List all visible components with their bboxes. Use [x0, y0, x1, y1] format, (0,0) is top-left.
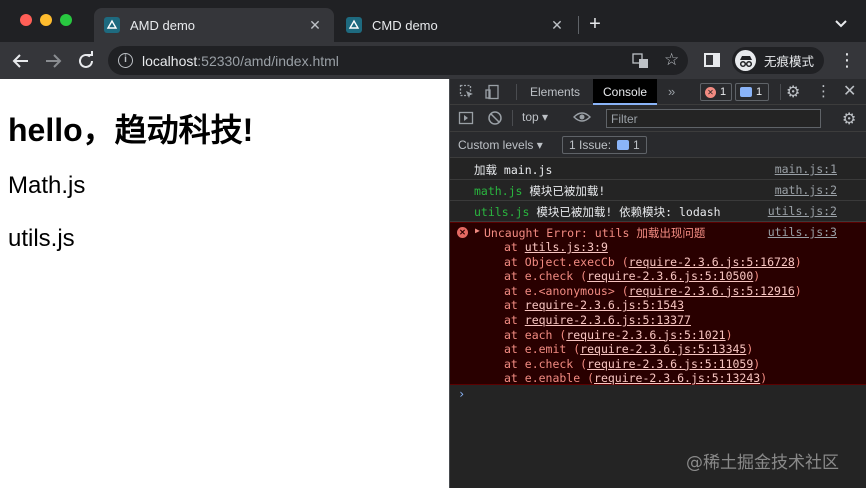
clear-console-icon[interactable] [487, 110, 503, 126]
stack-frame-link[interactable]: require-2.3.6.js:5:13345 [580, 342, 746, 356]
devtools-menu-icon[interactable]: ⋮ [816, 82, 831, 100]
stack-frame: at Object.execCb (require-2.3.6.js:5:167… [504, 254, 802, 269]
device-toolbar-icon[interactable] [485, 84, 501, 100]
issue-message-icon [617, 140, 630, 150]
page-heading: hello，趋动科技! [8, 112, 254, 148]
issues-button[interactable]: 1 Issue: 1 [562, 136, 647, 154]
stack-frame: at require-2.3.6.js:5:1543 [504, 298, 685, 313]
log-source-link[interactable]: math.js:2 [775, 183, 837, 197]
url-text: localhost:52330/amd/index.html [142, 53, 339, 69]
page-viewport: hello，趋动科技! Math.js utils.js [0, 79, 449, 488]
side-panel-icon[interactable] [704, 53, 720, 67]
more-tabs-chevron-icon[interactable]: » [668, 84, 675, 99]
console-toolbar: top ▾ ⚙ [450, 105, 866, 132]
stack-frame-link[interactable]: require-2.3.6.js:5:1021 [566, 328, 725, 342]
error-message: Uncaught Error: utils 加载出现问题 [484, 226, 706, 240]
stack-frame-link[interactable]: require-2.3.6.js:5:16728 [629, 255, 795, 269]
stack-frame-link[interactable]: require-2.3.6.js:5:10500 [587, 269, 753, 283]
watermark-text: @稀土掘金技术社区 [686, 453, 839, 473]
tab-close-icon[interactable]: ✕ [306, 17, 324, 34]
console-log-row: utils.js 模块已被加载! 依赖模块: lodash utils.js:2 [450, 201, 866, 222]
tab-strip: AMD demo ✕ CMD demo ✕ + [0, 0, 866, 42]
incognito-profile-button[interactable]: 无痕模式 [732, 47, 824, 74]
reload-icon[interactable] [75, 50, 97, 72]
devtools-panel: Elements Console » ✕ 1 1 ⚙ ⋮ ✕ top ▾ ⚙ C… [449, 79, 866, 488]
error-source-link[interactable]: utils.js:3 [768, 225, 837, 239]
site-info-icon[interactable]: i [118, 53, 133, 68]
stack-frame-link[interactable]: require-2.3.6.js:5:13377 [525, 313, 691, 327]
page-line-utils: utils.js [8, 225, 75, 252]
tab-cmd-demo[interactable]: CMD demo ✕ [336, 8, 576, 42]
console-error-row: ✕ ▶ Uncaught Error: utils 加载出现问题 utils.j… [450, 222, 866, 385]
page-favicon-icon [104, 17, 120, 33]
error-icon: ✕ [457, 227, 468, 238]
sidebar-toggle-icon[interactable] [458, 110, 474, 126]
stack-frame: at e.check (require-2.3.6.js:5:10500) [504, 269, 761, 284]
context-select[interactable]: top ▾ [522, 110, 548, 124]
stack-frame-link[interactable]: utils.js:3:9 [525, 240, 608, 254]
browser-menu-icon[interactable]: ⋮ [838, 50, 856, 72]
close-window-button[interactable] [20, 14, 32, 26]
address-bar[interactable]: i localhost:52330/amd/index.html ☆ [108, 46, 688, 75]
stack-frame: at e.<anonymous> (require-2.3.6.js:5:129… [504, 283, 802, 298]
toolbar-divider [780, 84, 781, 100]
bookmark-star-icon[interactable]: ☆ [664, 50, 679, 70]
tab-title: CMD demo [372, 17, 438, 33]
back-arrow-icon[interactable] [10, 50, 32, 72]
devtools-tab-bar: Elements Console » ✕ 1 1 ⚙ ⋮ ✕ [450, 79, 866, 105]
stack-frame: at require-2.3.6.js:5:13377 [504, 312, 691, 327]
stack-frame: at e.emit (require-2.3.6.js:5:13345) [504, 342, 754, 357]
minimize-window-button[interactable] [40, 14, 52, 26]
close-devtools-icon[interactable]: ✕ [843, 81, 856, 101]
filter-input[interactable] [606, 109, 821, 128]
stack-frame-link[interactable]: require-2.3.6.js:5:11059 [587, 357, 753, 371]
maximize-window-button[interactable] [60, 14, 72, 26]
page-line-math: Math.js [8, 172, 86, 199]
console-settings-gear-icon[interactable]: ⚙ [842, 109, 856, 129]
stack-frame: at e.check (require-2.3.6.js:5:11059) [504, 356, 761, 371]
log-source-link[interactable]: main.js:1 [775, 162, 837, 176]
console-prompt-input[interactable]: › [458, 387, 465, 401]
console-output: 加载 main.js main.js:1 math.js 模块已被加载! mat… [450, 159, 866, 488]
stack-frame: at each (require-2.3.6.js:5:1021) [504, 327, 733, 342]
tab-close-icon[interactable]: ✕ [548, 17, 566, 34]
log-levels-dropdown[interactable]: Custom levels ▾ [458, 138, 543, 152]
inspect-element-icon[interactable] [459, 84, 475, 100]
live-expression-eye-icon[interactable] [573, 109, 591, 128]
error-count-badge[interactable]: ✕ 1 [700, 83, 732, 101]
tab-amd-demo[interactable]: AMD demo ✕ [94, 8, 334, 42]
message-count-badge[interactable]: 1 [735, 83, 769, 101]
log-source-link[interactable]: utils.js:2 [768, 204, 837, 218]
page-favicon-icon [346, 17, 362, 33]
incognito-label: 无痕模式 [764, 55, 815, 69]
toolbar-divider [516, 84, 517, 100]
tab-title: AMD demo [130, 17, 196, 33]
console-log-row: math.js 模块已被加载! math.js:2 [450, 180, 866, 201]
tab-search-chevron-icon[interactable] [834, 12, 854, 34]
stack-frame: at e.enable (require-2.3.6.js:5:13243) [504, 371, 768, 386]
new-tab-icon[interactable]: + [585, 12, 605, 36]
forward-arrow-icon[interactable] [42, 50, 64, 72]
settings-gear-icon[interactable]: ⚙ [786, 82, 800, 102]
stack-frame-link[interactable]: require-2.3.6.js:5:13243 [594, 371, 760, 385]
browser-toolbar: i localhost:52330/amd/index.html ☆ 无痕模式 … [0, 42, 866, 79]
incognito-icon [735, 50, 756, 71]
tab-divider [578, 16, 579, 34]
stack-frame: at utils.js:3:9 [504, 240, 608, 254]
toolbar-divider [512, 110, 513, 126]
error-stack-trace: at utils.js:3:9 at Object.execCb (requir… [504, 240, 802, 386]
console-levels-bar: Custom levels ▾ 1 Issue: 1 [450, 132, 866, 158]
translate-icon[interactable] [632, 52, 650, 70]
stack-frame-link[interactable]: require-2.3.6.js:5:12916 [629, 284, 795, 298]
tab-elements[interactable]: Elements [520, 79, 590, 105]
expand-triangle-icon[interactable]: ▶ [475, 226, 480, 235]
message-icon [740, 87, 752, 97]
console-log-row: 加载 main.js main.js:1 [450, 159, 866, 180]
error-icon: ✕ [705, 86, 716, 98]
stack-frame-link[interactable]: require-2.3.6.js:5:1543 [525, 298, 684, 312]
tab-console[interactable]: Console [593, 79, 658, 105]
